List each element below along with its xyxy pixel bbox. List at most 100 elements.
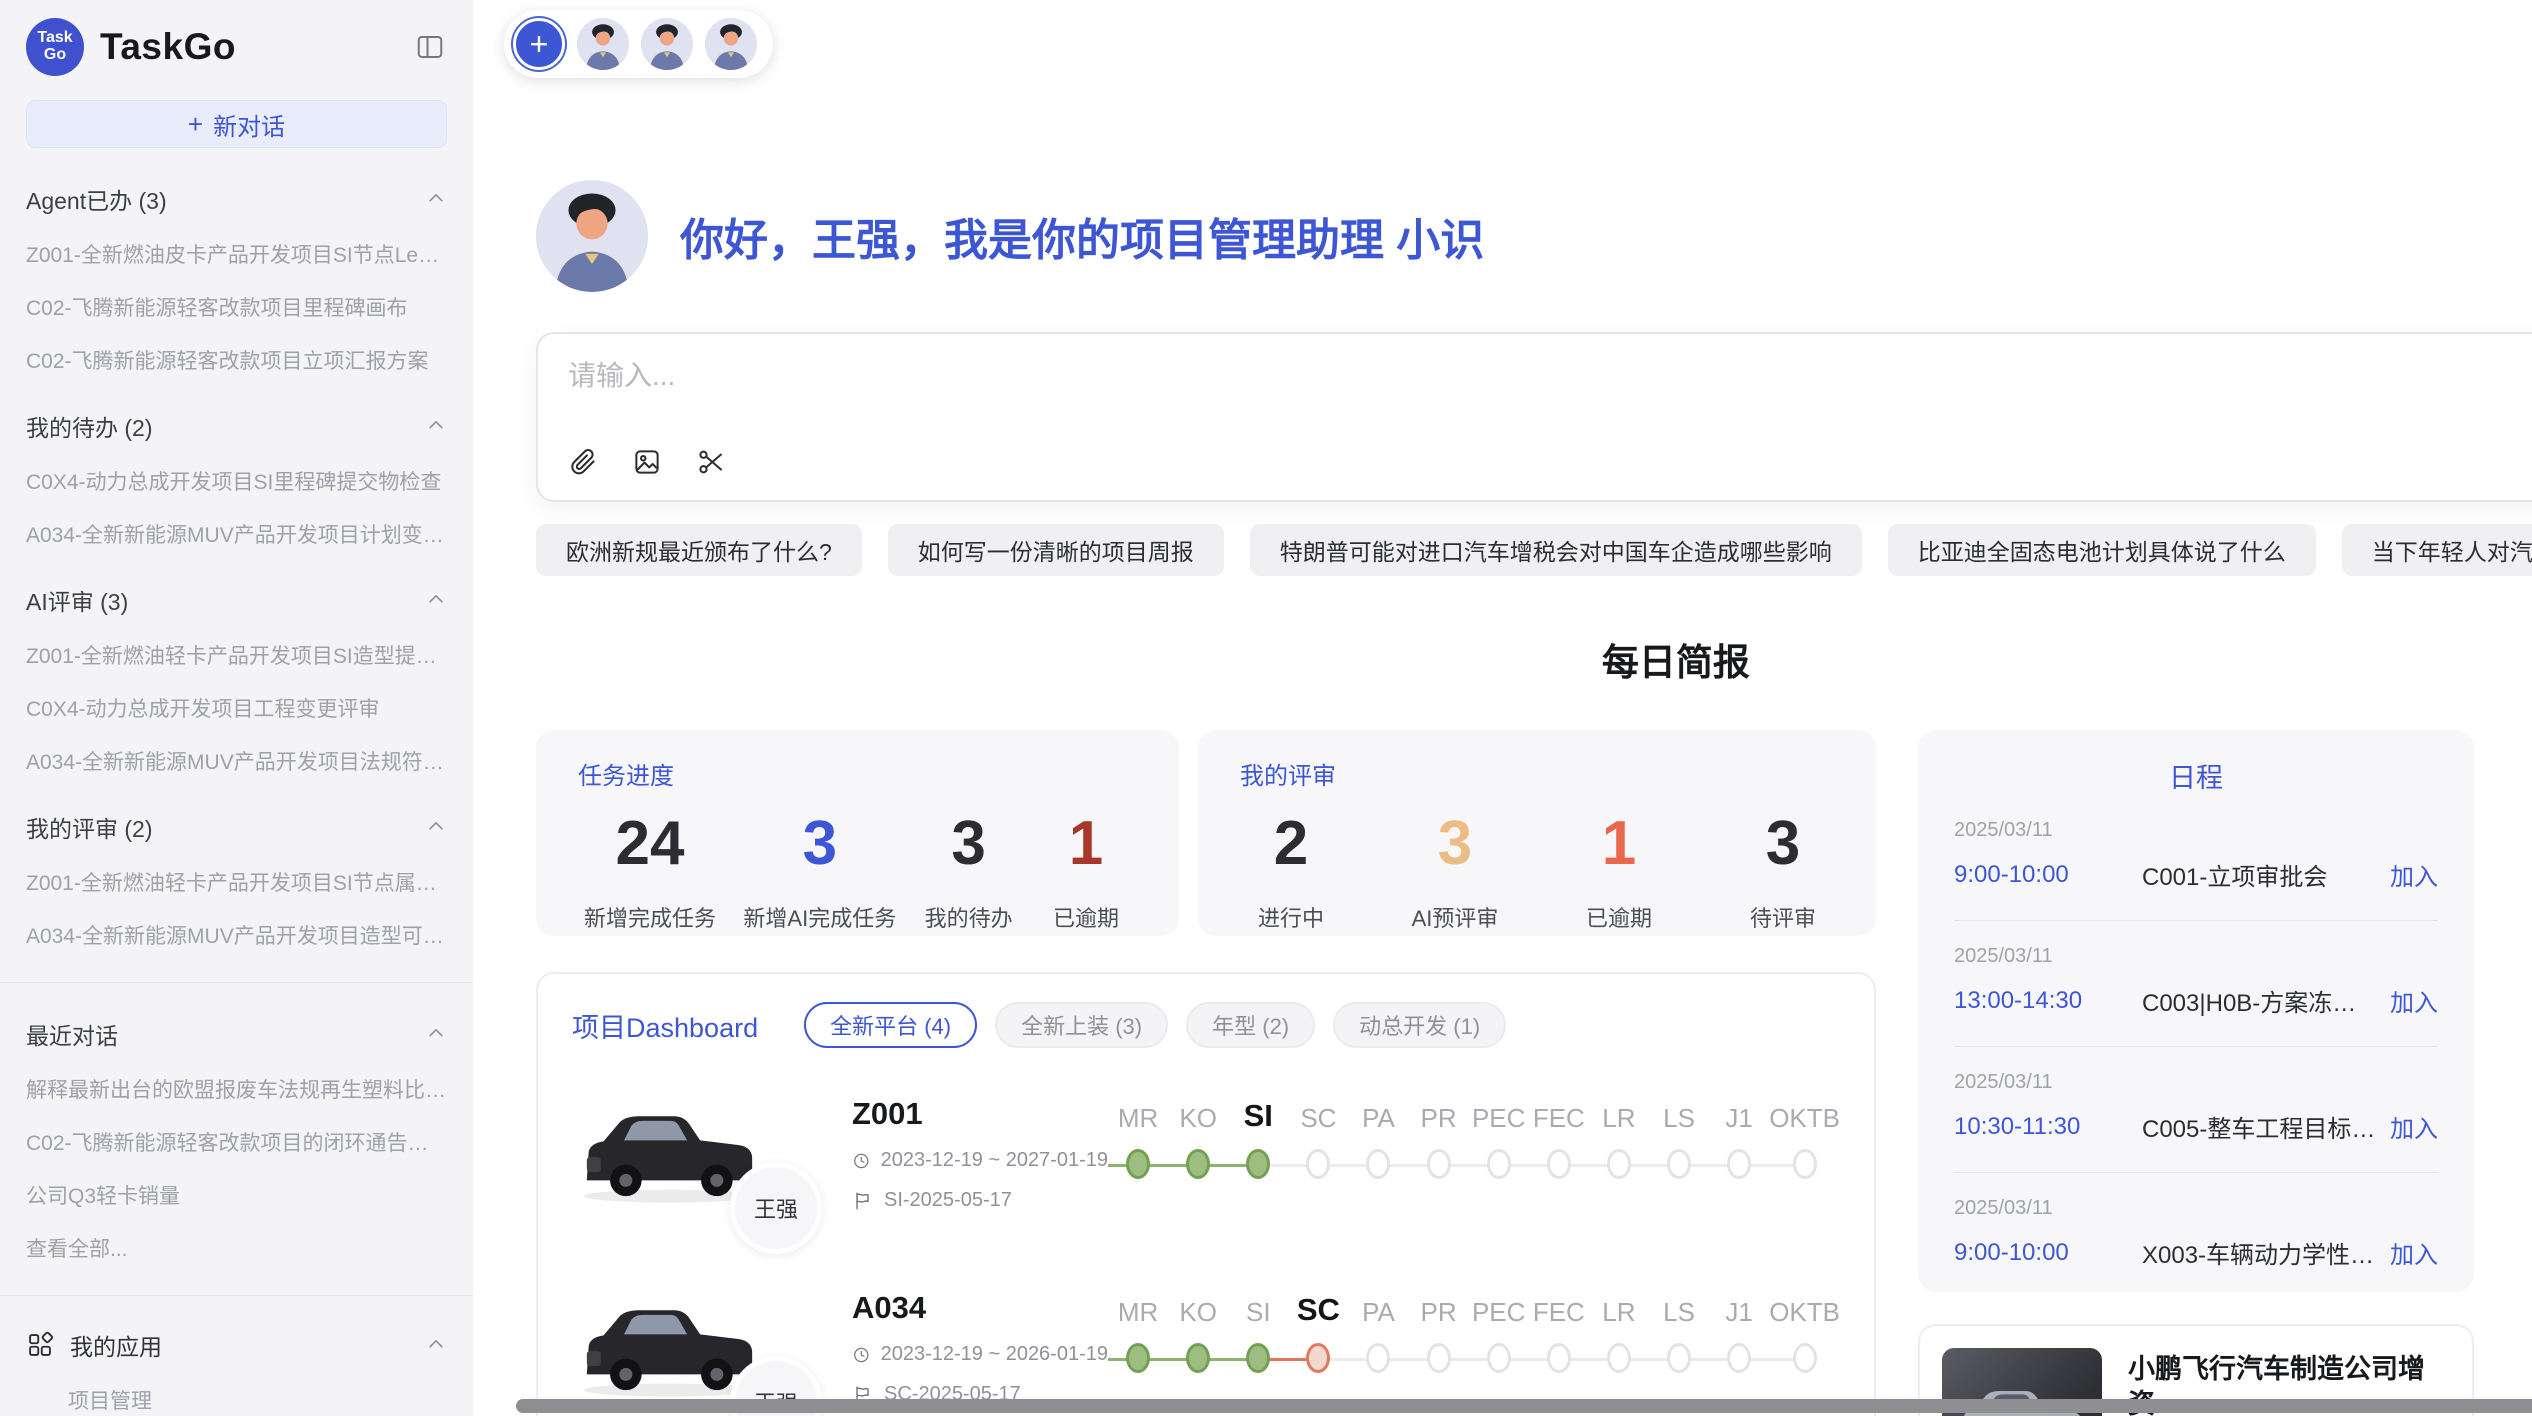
attachment-icon[interactable] <box>568 447 598 477</box>
milestone-KO[interactable]: KO <box>1168 1096 1228 1222</box>
sidebar-task-item[interactable]: A034-全新新能源MUV产品开发项目计划变更表编写 <box>26 519 447 549</box>
stat-label: 待评审 <box>1750 901 1816 933</box>
sidebar-task-item[interactable]: C0X4-动力总成开发项目工程变更评审 <box>26 693 447 723</box>
sidebar-recent-item[interactable]: 公司Q3轻卡销量 <box>26 1180 447 1210</box>
project-code[interactable]: Z001 <box>852 1096 1108 1132</box>
scissors-icon[interactable] <box>696 447 726 477</box>
event-name[interactable]: C001-立项审批会 <box>2142 857 2376 892</box>
milestone-PEC[interactable]: PEC <box>1469 1290 1529 1416</box>
sidebar-section-header[interactable]: Agent已办 (3) <box>26 182 447 216</box>
suggestion-chip[interactable]: 如何写一份清晰的项目周报 <box>888 524 1224 576</box>
event-name[interactable]: C003|H0B-方案冻结评审 <box>2142 983 2376 1018</box>
milestone-OKTB[interactable]: OKTB <box>1769 1290 1840 1416</box>
sidebar-recent-item[interactable]: C02-飞腾新能源轻客改款项目的闭环通告反馈情况 <box>26 1127 447 1157</box>
sidebar-task-item[interactable]: C02-飞腾新能源轻客改款项目立项汇报方案 <box>26 345 447 375</box>
assistant-avatar <box>536 180 648 292</box>
milestone-LR[interactable]: LR <box>1589 1290 1649 1416</box>
stat-item: 1 已逾期 <box>1041 813 1131 933</box>
sidebar-app-item[interactable]: 项目管理 <box>68 1385 447 1415</box>
dashboard-filter-pill[interactable]: 年型 (2) <box>1186 1002 1315 1048</box>
milestone-MR[interactable]: MR <box>1108 1290 1168 1416</box>
sidebar-task-item[interactable]: Z001-全新燃油皮卡产品开发项目SI节点Lesson Learn报告 <box>26 239 447 269</box>
milestone-node <box>1366 1343 1390 1373</box>
milestone-label: PR <box>1421 1096 1457 1134</box>
milestone-PEC[interactable]: PEC <box>1469 1096 1529 1222</box>
dashboard-filter-pill[interactable]: 全新上装 (3) <box>995 1002 1168 1048</box>
sidebar-section-title: Agent已办 (3) <box>26 182 167 216</box>
milestone-label: PEC <box>1472 1290 1525 1328</box>
schedule-event: 2025/03/11 10:30-11:30 C005-整车工程目标评审 加入 <box>1954 1047 2438 1173</box>
sidebar-task-item[interactable]: A034-全新新能源MUV产品开发项目造型可行性评审 <box>26 920 447 950</box>
stat-value: 3 <box>951 813 985 875</box>
milestone-PA[interactable]: PA <box>1348 1096 1408 1222</box>
message-input[interactable] <box>568 360 1897 392</box>
milestone-node <box>1667 1149 1691 1179</box>
sidebar-section-header[interactable]: 我的待办 (2) <box>26 409 447 443</box>
suggestion-chip[interactable]: 欧洲新规最近颁布了什么? <box>536 524 862 576</box>
event-join-link[interactable]: 加入 <box>2390 857 2438 892</box>
sidebar-recent-item[interactable]: 查看全部... <box>26 1233 447 1263</box>
suggestion-chip[interactable]: 比亚迪全固态电池计划具体说了什么 <box>1888 524 2316 576</box>
new-chat-button[interactable]: + 新对话 <box>26 100 447 148</box>
sidebar-section-title: 最近对话 <box>26 1017 118 1051</box>
sidebar-task-item[interactable]: C0X4-动力总成开发项目SI里程碑提交物检查 <box>26 466 447 496</box>
milestone-node <box>1547 1343 1571 1373</box>
milestone-LS[interactable]: LS <box>1649 1290 1709 1416</box>
event-join-link[interactable]: 加入 <box>2390 1235 2438 1270</box>
milestone-SI[interactable]: SI <box>1228 1096 1288 1222</box>
suggestion-chip[interactable]: 特朗普可能对进口汽车增税会对中国车企造成哪些影响 <box>1250 524 1862 576</box>
milestone-label: PA <box>1362 1096 1395 1134</box>
sidebar-task-item[interactable]: Z001-全新燃油轻卡产品开发项目SI造型提交物评审 <box>26 640 447 670</box>
event-name[interactable]: X003-车辆动力学性能验... <box>2142 1235 2376 1270</box>
sidebar-recent-item[interactable]: 解释最新出台的欧盟报废车法规再生塑料比例被调至15%... <box>26 1074 447 1104</box>
stat-item: 3 AI预评审 <box>1410 813 1500 933</box>
milestone-FEC[interactable]: FEC <box>1529 1290 1589 1416</box>
milestone-node <box>1126 1343 1150 1373</box>
milestone-SI[interactable]: SI <box>1228 1290 1288 1416</box>
milestone-SC[interactable]: SC <box>1288 1096 1348 1222</box>
milestone-node <box>1186 1149 1210 1179</box>
milestone-J1[interactable]: J1 <box>1709 1290 1769 1416</box>
sidebar-section-header[interactable]: AI评审 (3) <box>26 583 447 617</box>
milestone-LS[interactable]: LS <box>1649 1096 1709 1222</box>
daily-brief-title: 每日简报 <box>1602 632 1750 686</box>
stat-card: 任务进度 24 新增完成任务 3 新增AI完成任务 3 我的待办 1 已逾期 <box>536 730 1179 936</box>
sidebar-task-item[interactable]: Z001-全新燃油轻卡产品开发项目SI节点属性5D文件评审 <box>26 867 447 897</box>
milestone-J1[interactable]: J1 <box>1709 1096 1769 1222</box>
sidebar-section-title: 我的评审 (2) <box>26 810 153 844</box>
milestone-SC[interactable]: SC <box>1288 1290 1348 1416</box>
project-code[interactable]: A034 <box>852 1290 1108 1326</box>
milestone-OKTB[interactable]: OKTB <box>1769 1096 1840 1222</box>
milestone-PR[interactable]: PR <box>1409 1096 1469 1222</box>
event-name[interactable]: C005-整车工程目标评审 <box>2142 1109 2376 1144</box>
milestone-PA[interactable]: PA <box>1348 1290 1408 1416</box>
horizontal-scrollbar-thumb[interactable] <box>516 1399 2532 1413</box>
sidebar-section-header[interactable]: 最近对话 <box>26 1017 447 1051</box>
stat-label: 我的待办 <box>925 901 1013 933</box>
image-icon[interactable] <box>632 447 662 477</box>
milestone-FEC[interactable]: FEC <box>1529 1096 1589 1222</box>
suggestion-chip[interactable]: 当下年轻人对汽车外观有怎样的喜好趋势 <box>2342 524 2532 576</box>
sidebar-task-item[interactable]: A034-全新新能源MUV产品开发项目法规符合性评审 <box>26 746 447 776</box>
sidebar-task-item[interactable]: C02-飞腾新能源轻客改款项目里程碑画布 <box>26 292 447 322</box>
milestone-MR[interactable]: MR <box>1108 1096 1168 1222</box>
sidebar-collapse-icon[interactable] <box>413 32 447 62</box>
stat-item: 24 新增完成任务 <box>584 813 716 933</box>
event-join-link[interactable]: 加入 <box>2390 1109 2438 1144</box>
agent-avatar-2[interactable] <box>641 18 693 70</box>
sidebar-item-my-apps[interactable]: 我的应用 <box>26 1328 447 1362</box>
agent-avatar-1[interactable] <box>577 18 629 70</box>
event-join-link[interactable]: 加入 <box>2390 983 2438 1018</box>
milestone-node <box>1366 1149 1390 1179</box>
dashboard-filter-pill[interactable]: 动总开发 (1) <box>1333 1002 1506 1048</box>
milestone-label: SC <box>1297 1290 1340 1328</box>
milestone-label: LR <box>1602 1096 1635 1134</box>
milestone-LR[interactable]: LR <box>1589 1096 1649 1222</box>
add-agent-button[interactable]: + <box>513 18 565 70</box>
milestone-PR[interactable]: PR <box>1409 1290 1469 1416</box>
apps-grid-icon <box>26 1331 54 1359</box>
sidebar-section-header[interactable]: 我的评审 (2) <box>26 810 447 844</box>
milestone-KO[interactable]: KO <box>1168 1290 1228 1416</box>
dashboard-filter-pill[interactable]: 全新平台 (4) <box>804 1002 977 1048</box>
agent-avatar-3[interactable] <box>705 18 757 70</box>
